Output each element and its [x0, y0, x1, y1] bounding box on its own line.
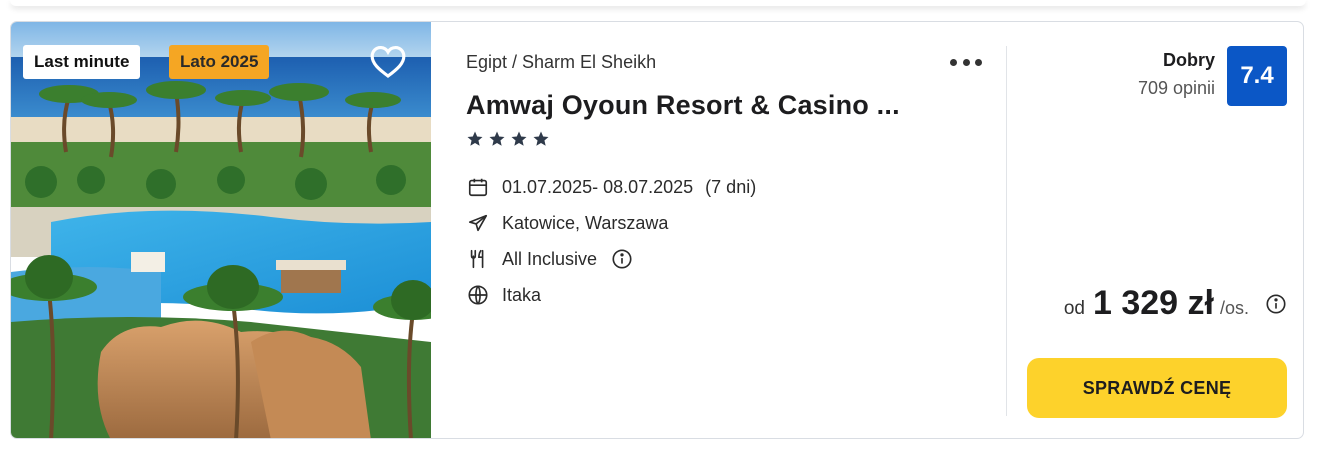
- offer-card: Last minute Lato 2025 Egipt / Sharm El S…: [10, 21, 1304, 439]
- check-price-button[interactable]: SPRAWDŹ CENĘ: [1027, 358, 1287, 418]
- travel-dates: 01.07.2025- 08.07.2025: [502, 176, 694, 197]
- star-icon: [511, 131, 527, 146]
- tour-operator[interactable]: Itaka: [502, 285, 541, 306]
- globe-icon: [466, 283, 490, 307]
- trip-duration: (7 dni): [705, 176, 757, 197]
- board-type: All Inclusive: [502, 248, 598, 269]
- departure-airports: Katowice, Warszawa: [502, 212, 669, 233]
- price-value: 1 329 zł: [1093, 284, 1214, 322]
- season-badge: Lato 2025: [169, 45, 270, 79]
- rating-score: 7.4: [1227, 46, 1287, 106]
- star-icon: [533, 131, 549, 146]
- info-icon[interactable]: [1265, 293, 1287, 315]
- price: od 1 329 zł /os.: [1064, 284, 1287, 323]
- price-unit: /os.: [1219, 298, 1249, 318]
- operator-row: Itaka: [466, 283, 541, 307]
- price-prefix: od: [1063, 298, 1085, 319]
- last-minute-badge: Last minute: [23, 45, 141, 79]
- star-icon: [467, 131, 483, 146]
- hotel-photo[interactable]: Last minute Lato 2025: [11, 22, 431, 438]
- heart-icon[interactable]: [369, 43, 407, 79]
- review-count[interactable]: 709 opinii: [1138, 78, 1215, 99]
- board-row: All Inclusive: [466, 247, 633, 271]
- calendar-icon: [466, 175, 490, 199]
- fork-knife-icon: [466, 247, 490, 271]
- resort-scene: [11, 22, 431, 438]
- dates-row: 01.07.2025- 08.07.2025 (7 dni): [466, 175, 756, 199]
- star-rating: [466, 130, 550, 148]
- hotel-name[interactable]: Amwaj Oyoun Resort & Casino ...: [466, 90, 900, 121]
- destination-breadcrumb[interactable]: Egipt / Sharm El Sheikh: [466, 52, 656, 73]
- more-dots-icon[interactable]: [950, 52, 982, 72]
- rating-label: Dobry: [1162, 50, 1215, 70]
- previous-card-edge: [10, 0, 1306, 6]
- star-icon: [489, 131, 505, 146]
- offer-info: Egipt / Sharm El Sheikh Amwaj Oyoun Reso…: [466, 22, 1006, 438]
- departure-row: Katowice, Warszawa: [466, 211, 668, 235]
- price-panel: Dobry 709 opinii 7.4 od 1 329 zł /os. SP…: [1007, 22, 1303, 438]
- info-icon[interactable]: [611, 248, 633, 270]
- plane-icon: [466, 211, 490, 235]
